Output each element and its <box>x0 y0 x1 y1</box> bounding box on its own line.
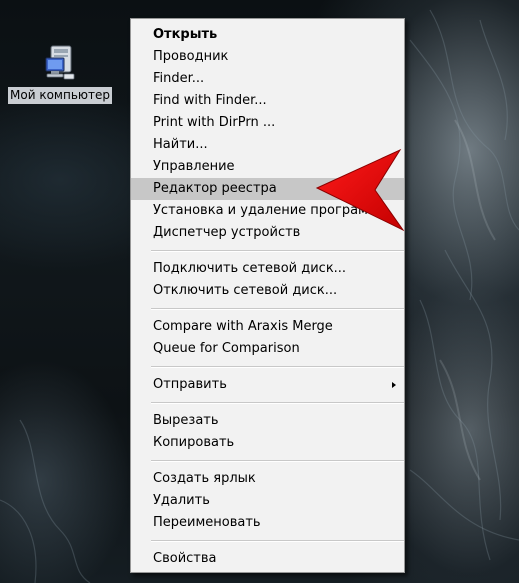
menu-item-label: Свойства <box>153 551 217 566</box>
menu-item[interactable]: Открыть <box>131 24 404 46</box>
menu-item[interactable]: Вырезать <box>131 410 404 432</box>
context-menu-list: Открыть Проводник Finder... Find with Finde… <box>131 24 404 570</box>
menu-item[interactable]: Отключить сетевой диск... <box>131 280 404 302</box>
menu-item[interactable]: Finder... <box>131 68 404 90</box>
menu-separator <box>151 402 404 404</box>
desktop-icon-label: Мой компьютер <box>8 87 112 104</box>
menu-item-label: Подключить сетевой диск... <box>153 261 347 276</box>
menu-item-label: Вырезать <box>153 413 219 428</box>
menu-item-label: Отправить <box>153 377 227 392</box>
menu-item[interactable]: Print with DirPrn ... <box>131 112 404 134</box>
menu-item[interactable]: Переименовать <box>131 512 404 534</box>
submenu-arrow-icon <box>392 382 396 388</box>
menu-item-label: Compare with Araxis Merge <box>153 319 333 334</box>
menu-item[interactable]: Удалить <box>131 490 404 512</box>
menu-item[interactable]: Find with Finder... <box>131 90 404 112</box>
menu-item-label: Редактор реестра <box>153 181 277 196</box>
menu-item-label: Создать ярлык <box>153 471 256 486</box>
context-menu: Открыть Проводник Finder... Find with Finde… <box>130 18 405 573</box>
desktop: Мой компьютер Открыть Проводник Finder... F… <box>0 0 519 583</box>
menu-item-label: Finder... <box>153 71 205 86</box>
menu-item-label: Управление <box>153 159 235 174</box>
menu-separator <box>151 250 404 252</box>
menu-item[interactable]: Создать ярлык <box>131 468 404 490</box>
red-arrow-pointer-icon <box>315 148 405 232</box>
menu-separator <box>151 308 404 310</box>
menu-item-label: Диспетчер устройств <box>153 225 301 240</box>
menu-item-label: Find with Finder... <box>153 93 267 108</box>
desktop-icon-my-computer[interactable]: Мой компьютер <box>2 44 118 104</box>
menu-item[interactable]: Свойства <box>131 548 404 570</box>
menu-separator <box>151 460 404 462</box>
menu-item-label: Удалить <box>153 493 210 508</box>
menu-item-label: Переименовать <box>153 515 261 530</box>
menu-item-label: Queue for Comparison <box>153 341 300 356</box>
menu-item[interactable]: Compare with Araxis Merge <box>131 316 404 338</box>
menu-item-label: Отключить сетевой диск... <box>153 283 338 298</box>
computer-icon <box>45 45 75 80</box>
menu-item-label: Копировать <box>153 435 235 450</box>
menu-separator <box>151 366 404 368</box>
menu-item[interactable]: Подключить сетевой диск... <box>131 258 404 280</box>
menu-item[interactable]: Копировать <box>131 432 404 454</box>
menu-separator <box>151 540 404 542</box>
menu-item-label: Найти... <box>153 137 208 152</box>
menu-item-label: Проводник <box>153 49 229 64</box>
menu-item[interactable]: Проводник <box>131 46 404 68</box>
menu-item[interactable]: Queue for Comparison <box>131 338 404 360</box>
menu-item-label: Print with DirPrn ... <box>153 115 276 130</box>
menu-item[interactable]: Отправить <box>131 374 404 396</box>
menu-item-label: Открыть <box>153 27 218 42</box>
